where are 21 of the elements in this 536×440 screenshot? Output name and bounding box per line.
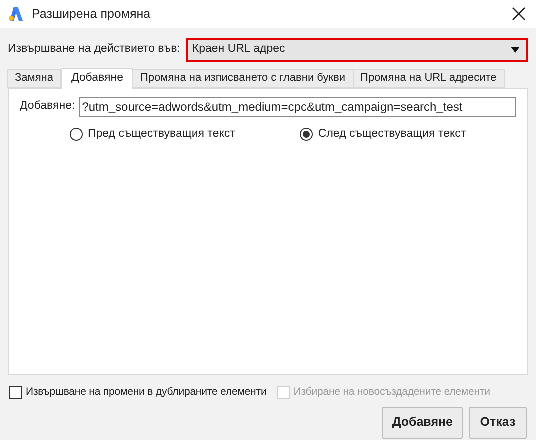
tab[interactable]: Добавяне (61, 68, 134, 89)
tab[interactable]: Промяна на изписването с главни букви (132, 69, 354, 88)
tab[interactable]: Промяна на URL адресите (352, 69, 505, 88)
radio-label: След съществуващия текст (318, 127, 466, 142)
target-dropdown[interactable]: Краен URL адрес (186, 38, 528, 62)
checkbox[interactable] (9, 386, 22, 400)
add-button[interactable]: Добавяне (382, 406, 463, 439)
input-field[interactable]: ?utm_source=adwords&utm_medium=cpc&utm_campaign=search_test (79, 97, 516, 117)
field-label: Извършване на действието във: (8, 42, 180, 58)
radio-label: Пред съществуващия текст (88, 127, 236, 142)
cancel-button[interactable]: Отказ (469, 406, 527, 439)
window-title: Разширена промяна (32, 6, 151, 23)
checkbox-label: Избиране на новосъздадените елементи (294, 385, 490, 400)
radio-button[interactable] (70, 128, 83, 142)
checkbox-label: Извършване на промени в дублираните елементи (26, 385, 267, 400)
close-icon[interactable] (512, 7, 526, 21)
app-logo-icon (8, 7, 24, 21)
tab[interactable]: Замяна (7, 69, 62, 88)
radio-button[interactable] (300, 128, 314, 142)
dropdown-caret-icon (511, 47, 520, 53)
field-label: Добавяне: (20, 99, 76, 114)
